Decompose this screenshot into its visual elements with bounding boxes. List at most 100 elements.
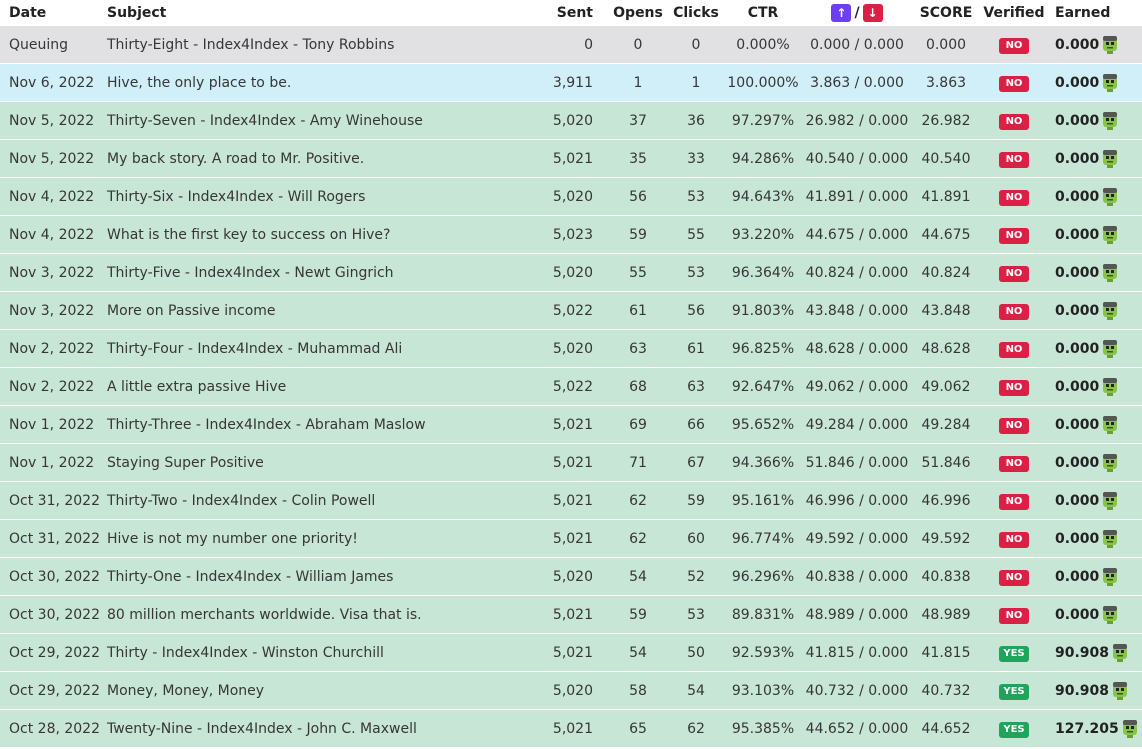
cell-opens: 37 bbox=[609, 101, 667, 140]
header-subject[interactable]: Subject bbox=[99, 0, 529, 26]
cell-ctr: 97.297% bbox=[725, 101, 801, 140]
cell-earned: 0.000 bbox=[1049, 101, 1142, 140]
cell-subject[interactable]: Thirty-Three - Index4Index - Abraham Mas… bbox=[99, 405, 529, 444]
cell-ctr: 0.000% bbox=[725, 26, 801, 64]
cell-subject[interactable]: What is the first key to success on Hive… bbox=[99, 215, 529, 254]
cell-subject[interactable]: Thirty-Seven - Index4Index - Amy Winehou… bbox=[99, 101, 529, 140]
cell-opens: 54 bbox=[609, 557, 667, 596]
table-row[interactable]: Oct 28, 2022 Twenty-Nine - Index4Index -… bbox=[0, 709, 1142, 748]
cell-subject[interactable]: Staying Super Positive bbox=[99, 443, 529, 482]
table-row[interactable]: Queuing Thirty-Eight - Index4Index - Ton… bbox=[0, 26, 1142, 64]
earned-amount: 0.000 bbox=[1055, 188, 1100, 205]
table-row[interactable]: Nov 2, 2022 A little extra passive Hive … bbox=[0, 367, 1142, 406]
table-row[interactable]: Oct 29, 2022 Money, Money, Money 5,020 5… bbox=[0, 671, 1142, 710]
cell-earned: 0.000 bbox=[1049, 405, 1142, 444]
header-ctr[interactable]: CTR bbox=[725, 0, 801, 26]
verified-badge: NO bbox=[999, 265, 1029, 282]
cell-subject[interactable]: Money, Money, Money bbox=[99, 671, 529, 710]
earned-amount: 0.000 bbox=[1055, 454, 1100, 471]
cell-subject[interactable]: Twenty-Nine - Index4Index - John C. Maxw… bbox=[99, 709, 529, 748]
cell-verified: NO bbox=[979, 557, 1049, 596]
cell-ctr: 94.286% bbox=[725, 139, 801, 178]
cell-sent: 5,020 bbox=[529, 329, 609, 368]
cell-subject[interactable]: Thirty-One - Index4Index - William James bbox=[99, 557, 529, 596]
table-row[interactable]: Nov 5, 2022 My back story. A road to Mr.… bbox=[0, 139, 1142, 178]
cell-sent: 5,020 bbox=[529, 557, 609, 596]
earned-amount: 127.205 bbox=[1055, 720, 1119, 737]
cell-subject[interactable]: Hive, the only place to be. bbox=[99, 63, 529, 102]
header-sent[interactable]: Sent bbox=[529, 0, 609, 26]
cell-ctr: 94.366% bbox=[725, 443, 801, 482]
cell-ratio: 51.846 / 0.000 bbox=[801, 443, 913, 482]
earned-amount: 0.000 bbox=[1055, 416, 1100, 433]
header-opens[interactable]: Opens bbox=[609, 0, 667, 26]
cell-ratio: 40.732 / 0.000 bbox=[801, 671, 913, 710]
header-earned[interactable]: Earned bbox=[1049, 0, 1142, 26]
cell-subject[interactable]: Thirty-Two - Index4Index - Colin Powell bbox=[99, 481, 529, 520]
table-row[interactable]: Nov 1, 2022 Thirty-Three - Index4Index -… bbox=[0, 405, 1142, 444]
cell-earned: 127.205 bbox=[1049, 709, 1142, 748]
earned-amount: 0.000 bbox=[1055, 340, 1100, 357]
arrow-up-icon[interactable]: ↑ bbox=[831, 4, 852, 22]
cell-opens: 62 bbox=[609, 481, 667, 520]
cell-ctr: 96.296% bbox=[725, 557, 801, 596]
cell-subject[interactable]: Hive is not my number one priority! bbox=[99, 519, 529, 558]
table-row[interactable]: Nov 1, 2022 Staying Super Positive 5,021… bbox=[0, 443, 1142, 482]
verified-badge: NO bbox=[999, 303, 1029, 320]
cell-opens: 65 bbox=[609, 709, 667, 748]
header-clicks[interactable]: Clicks bbox=[667, 0, 725, 26]
table-row[interactable]: Nov 4, 2022 Thirty-Six - Index4Index - W… bbox=[0, 177, 1142, 216]
verified-badge: NO bbox=[999, 417, 1029, 434]
cell-opens: 61 bbox=[609, 291, 667, 330]
cell-subject[interactable]: Thirty-Five - Index4Index - Newt Gingric… bbox=[99, 253, 529, 292]
newsletter-stats-table: Date Subject Sent Opens Clicks CTR ↑ / ↓ S… bbox=[0, 0, 1142, 748]
cell-score: 40.732 bbox=[913, 671, 979, 710]
table-row[interactable]: Nov 5, 2022 Thirty-Seven - Index4Index -… bbox=[0, 101, 1142, 140]
cell-earned: 0.000 bbox=[1049, 215, 1142, 254]
cell-date: Oct 28, 2022 bbox=[0, 709, 99, 748]
cell-subject[interactable]: Thirty-Four - Index4Index - Muhammad Ali bbox=[99, 329, 529, 368]
table-row[interactable]: Oct 29, 2022 Thirty - Index4Index - Wins… bbox=[0, 633, 1142, 672]
cell-subject[interactable]: Thirty-Eight - Index4Index - Tony Robbin… bbox=[99, 26, 529, 64]
header-verified[interactable]: Verified bbox=[979, 0, 1049, 26]
table-row[interactable]: Nov 3, 2022 Thirty-Five - Index4Index - … bbox=[0, 253, 1142, 292]
table-row[interactable]: Nov 6, 2022 Hive, the only place to be. … bbox=[0, 63, 1142, 102]
table-row[interactable]: Oct 31, 2022 Thirty-Two - Index4Index - … bbox=[0, 481, 1142, 520]
arrow-down-icon[interactable]: ↓ bbox=[862, 4, 883, 22]
header-score[interactable]: SCORE bbox=[913, 0, 979, 26]
cell-verified: NO bbox=[979, 329, 1049, 368]
cell-score: 49.592 bbox=[913, 519, 979, 558]
cell-opens: 59 bbox=[609, 215, 667, 254]
earned-amount: 0.000 bbox=[1055, 264, 1100, 281]
table-row[interactable]: Nov 3, 2022 More on Passive income 5,022… bbox=[0, 291, 1142, 330]
cell-score: 40.540 bbox=[913, 139, 979, 178]
cell-date: Oct 30, 2022 bbox=[0, 557, 99, 596]
table-row[interactable]: Nov 4, 2022 What is the first key to suc… bbox=[0, 215, 1142, 254]
zombie-face-icon bbox=[1103, 35, 1118, 54]
table-row[interactable]: Nov 2, 2022 Thirty-Four - Index4Index - … bbox=[0, 329, 1142, 368]
cell-clicks: 60 bbox=[667, 519, 725, 558]
earned-amount: 0.000 bbox=[1055, 378, 1100, 395]
cell-date: Nov 5, 2022 bbox=[0, 101, 99, 140]
table-row[interactable]: Oct 31, 2022 Hive is not my number one p… bbox=[0, 519, 1142, 558]
verified-badge: NO bbox=[999, 455, 1029, 472]
cell-subject[interactable]: Thirty - Index4Index - Winston Churchill bbox=[99, 633, 529, 672]
verified-badge: NO bbox=[999, 37, 1029, 54]
cell-ratio: 40.540 / 0.000 bbox=[801, 139, 913, 178]
cell-sent: 5,021 bbox=[529, 443, 609, 482]
table-row[interactable]: Oct 30, 2022 Thirty-One - Index4Index - … bbox=[0, 557, 1142, 596]
zombie-face-icon bbox=[1103, 225, 1118, 244]
header-date[interactable]: Date bbox=[0, 0, 99, 26]
cell-score: 46.996 bbox=[913, 481, 979, 520]
table-row[interactable]: Oct 30, 2022 80 million merchants worldw… bbox=[0, 595, 1142, 634]
cell-subject[interactable]: 80 million merchants worldwide. Visa tha… bbox=[99, 595, 529, 634]
verified-badge: NO bbox=[999, 151, 1029, 168]
cell-score: 43.848 bbox=[913, 291, 979, 330]
cell-subject[interactable]: Thirty-Six - Index4Index - Will Rogers bbox=[99, 177, 529, 216]
cell-verified: NO bbox=[979, 139, 1049, 178]
cell-subject[interactable]: A little extra passive Hive bbox=[99, 367, 529, 406]
cell-verified: NO bbox=[979, 519, 1049, 558]
cell-subject[interactable]: My back story. A road to Mr. Positive. bbox=[99, 139, 529, 178]
cell-subject[interactable]: More on Passive income bbox=[99, 291, 529, 330]
zombie-face-icon bbox=[1103, 339, 1118, 358]
